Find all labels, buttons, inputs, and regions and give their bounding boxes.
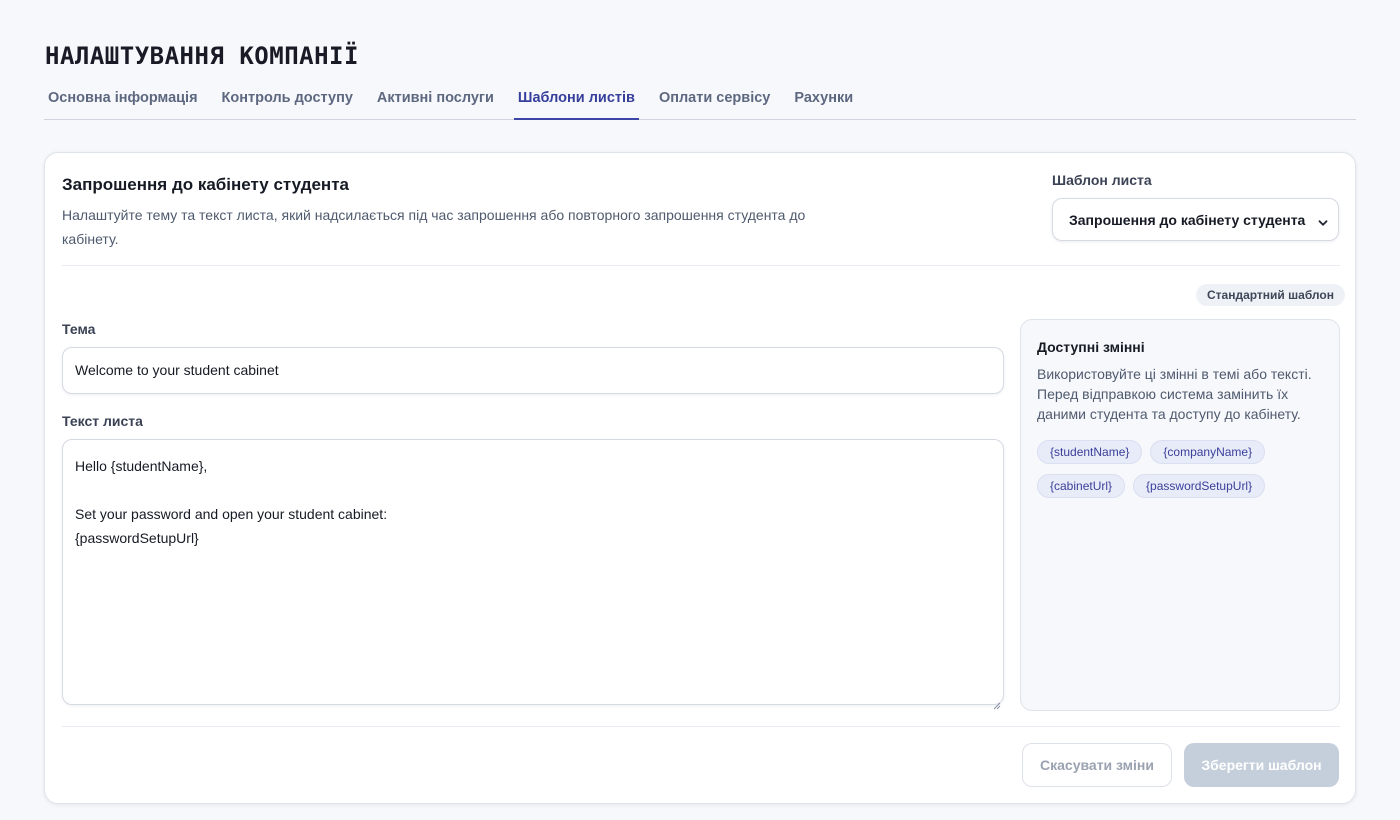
header-divider	[62, 265, 1340, 266]
body-line	[75, 478, 991, 502]
standard-template-badge: Стандартний шаблон	[1196, 284, 1345, 306]
template-select[interactable]: Запрошення до кабінету студента	[1052, 198, 1339, 241]
tab-service-payments[interactable]: Оплати сервісу	[655, 86, 774, 120]
variables-panel: Доступні змінні Використовуйте ці змінні…	[1020, 319, 1340, 711]
tab-email-templates[interactable]: Шаблони листів	[513, 86, 639, 120]
tab-basic-info[interactable]: Основна інформація	[44, 86, 202, 120]
chevron-down-icon	[1318, 215, 1328, 226]
subject-label: Тема	[62, 321, 96, 337]
card-title: Запрошення до кабінету студента	[62, 175, 349, 194]
save-template-button[interactable]: Зберегти шаблон	[1184, 743, 1339, 787]
tab-invoices[interactable]: Рахунки	[790, 86, 857, 120]
variable-chips: {studentName} {companyName} {cabinetUrl}…	[1037, 440, 1327, 498]
settings-tabs: Основна інформація Контроль доступу Акти…	[44, 86, 1356, 120]
variables-title: Доступні змінні	[1037, 339, 1145, 355]
variable-chip-company-name[interactable]: {companyName}	[1150, 440, 1266, 464]
subject-input[interactable]: Welcome to your student cabinet	[62, 347, 1004, 394]
body-line: Set your password and open your student …	[75, 506, 388, 522]
card-description: Налаштуйте тему та текст листа, який над…	[62, 207, 806, 247]
tab-active-services[interactable]: Активні послуги	[373, 86, 498, 120]
footer-divider	[62, 726, 1340, 727]
template-select-value: Запрошення до кабінету студента	[1069, 211, 1306, 228]
variable-chip-student-name[interactable]: {studentName}	[1037, 440, 1143, 464]
cancel-button[interactable]: Скасувати зміни	[1022, 743, 1172, 787]
body-label: Текст листа	[62, 413, 143, 429]
body-textarea[interactable]: Hello {studentName}, Set your password a…	[62, 439, 1004, 710]
tab-access-control[interactable]: Контроль доступу	[218, 86, 357, 120]
body-line: Hello {studentName},	[75, 458, 208, 474]
variables-description: Використовуйте ці змінні в темі або текс…	[1037, 366, 1312, 422]
template-select-label: Шаблон листа	[1052, 172, 1152, 188]
variable-chip-cabinet-url[interactable]: {cabinetUrl}	[1037, 474, 1126, 498]
email-template-card: Запрошення до кабінету студента Налаштуй…	[44, 152, 1356, 804]
resize-grip-icon[interactable]	[992, 693, 1001, 710]
body-line: {passwordSetupUrl}	[75, 530, 199, 546]
page-title: НАЛАШТУВАННЯ КОМПАНІЇ	[45, 42, 359, 70]
variable-chip-password-setup-url[interactable]: {passwordSetupUrl}	[1133, 474, 1266, 498]
